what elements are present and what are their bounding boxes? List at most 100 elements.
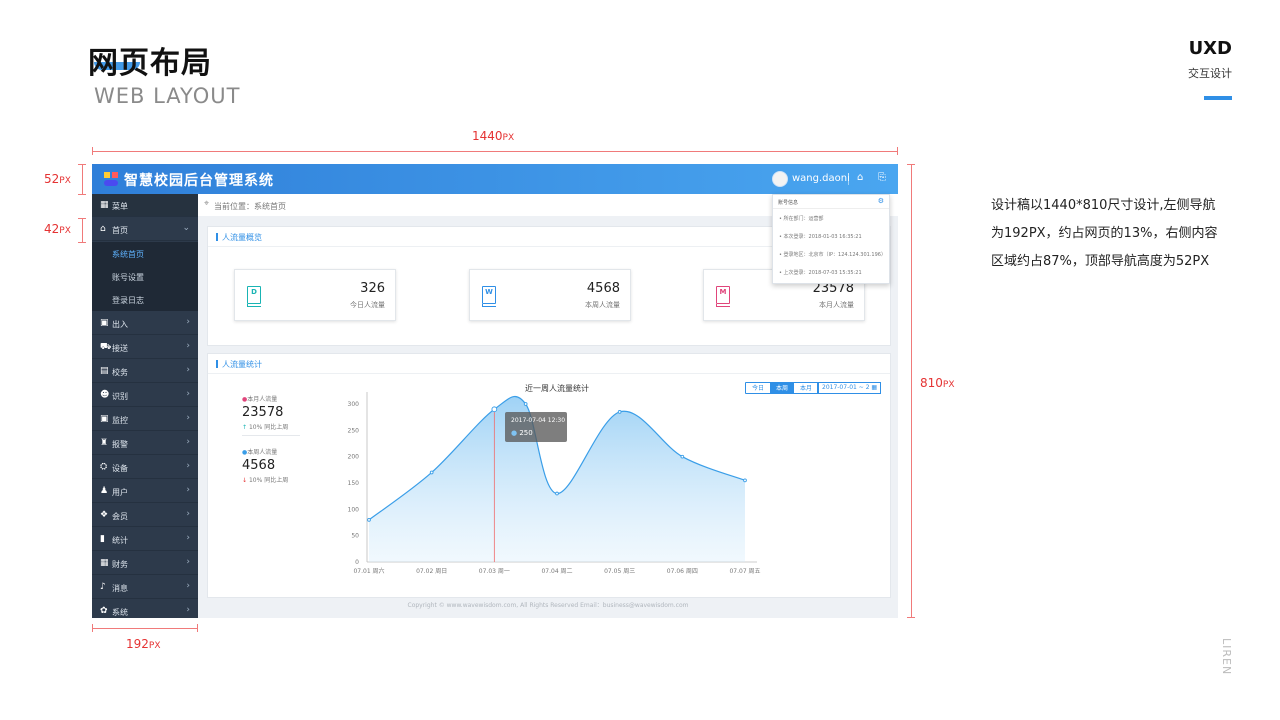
- width-dimension-label: 1440PX: [472, 129, 515, 143]
- y-tick-label: 200: [348, 454, 360, 461]
- data-point: [555, 491, 559, 496]
- week-stat-change: ↓ 10% 同比上周: [242, 477, 289, 484]
- data-point: [491, 406, 498, 413]
- sidebar-item[interactable]: ▮ 统计 ›: [92, 528, 198, 551]
- dropdown-row: • 上次登录：2018-07-03 15:35:21: [779, 270, 862, 276]
- chevron-right-icon: ›: [186, 389, 190, 399]
- dropdown-title: 账号信息: [778, 200, 799, 206]
- sidebar-width-label: 192PX: [126, 637, 161, 651]
- menu-icon: ▮: [100, 534, 105, 544]
- chevron-right-icon: ›: [186, 365, 190, 375]
- data-point: [367, 518, 371, 522]
- sidebar-item[interactable]: ▣ 出入 ›: [92, 312, 198, 335]
- height-dimension-tick-top: [907, 164, 915, 165]
- document-icon: M: [716, 286, 730, 307]
- menu-icon: ⛭: [100, 462, 108, 472]
- x-tick-label: 07.02 周日: [416, 568, 447, 575]
- range-month-button[interactable]: 本月: [794, 383, 818, 393]
- x-tick-label: 07.04 周二: [541, 568, 572, 575]
- home-icon[interactable]: ⌂: [857, 172, 863, 183]
- week-stat-label: ●本周人流量: [242, 449, 278, 456]
- sidebar-item[interactable]: ⛭ 设备 ›: [92, 456, 198, 479]
- sidebar-item[interactable]: ▦ 财务 ›: [92, 552, 198, 575]
- sidebar-item[interactable]: ☻ 识别 ›: [92, 384, 198, 407]
- logout-icon[interactable]: ⎘: [878, 172, 886, 183]
- width-dimension-tick-left: [92, 147, 93, 155]
- sidebar-subitem-label: 账号设置: [112, 273, 144, 282]
- traffic-chart: 近一周人流量统计 0 50 100 150 200 250 300 07.01 周六 07.02…: [348, 383, 761, 575]
- overview-panel-title: 人流量概览: [222, 233, 262, 242]
- sidebar-item-label: 系统: [112, 608, 128, 617]
- menu-icon: ♜: [100, 438, 109, 448]
- data-point: [743, 478, 747, 483]
- slide: 网页布局 WEB LAYOUT UXD 交互设计 1440PX 52PX 42P…: [0, 0, 1280, 720]
- y-tick-label: 0: [355, 559, 359, 566]
- sidebar-width-tick-left: [92, 624, 93, 632]
- account-dropdown: 账号信息 ⚙ • 所在部门：运营部 • 本次登录：2018-01-03 16:3…: [772, 194, 890, 284]
- dropdown-row: • 所在部门：运营部: [779, 216, 824, 222]
- sidebar-item[interactable]: ♪ 消息 ›: [92, 576, 198, 599]
- sidebar-item[interactable]: ✿ 系统 ›: [92, 600, 198, 618]
- sidebar-subitem-system-home[interactable]: 系统首页: [92, 242, 198, 265]
- sidebar-item[interactable]: ▤ 校务 ›: [92, 360, 198, 383]
- sidebar-item[interactable]: ♟ 用户 ›: [92, 480, 198, 503]
- date-range-text: 2017-07-01 ~ 2: [822, 384, 870, 391]
- data-point: [523, 402, 528, 406]
- sidebar-item-home[interactable]: ⌂ 首页 ⌄: [92, 218, 198, 241]
- menu-icon: ⛟: [100, 342, 112, 352]
- stats-panel-header: 人流量统计: [208, 354, 890, 374]
- sidebar-item-label: 消息: [112, 584, 128, 593]
- copyright: Copyright © www.wavewisdom.com, All Righ…: [407, 602, 689, 609]
- overview-card[interactable]: D 326 今日人流量: [234, 269, 396, 321]
- y-tick-label: 50: [351, 533, 359, 540]
- sidebar-item-label: 用户: [112, 488, 128, 497]
- sidebar-subitem-account[interactable]: 账号设置: [92, 265, 198, 288]
- sidebar-item[interactable]: ❖ 会员 ›: [92, 504, 198, 527]
- user-name[interactable]: wang.daoni: [792, 173, 850, 184]
- chevron-right-icon: ›: [186, 461, 190, 471]
- chevron-right-icon: ›: [186, 485, 190, 495]
- chevron-right-icon: ›: [186, 557, 190, 567]
- sidebar-item-label: 统计: [112, 536, 128, 545]
- week-stat: ●本周人流量 4568 ↓ 10% 同比上周: [242, 447, 288, 484]
- range-week-button[interactable]: 本周: [770, 383, 795, 393]
- chevron-right-icon: ›: [186, 437, 190, 447]
- document-icon: W: [482, 286, 496, 307]
- sidebar-item-label: 财务: [112, 560, 128, 569]
- menu-icon: ▦: [100, 558, 109, 568]
- gear-icon[interactable]: ⚙: [878, 197, 884, 205]
- width-dimension-tick-right: [897, 147, 898, 155]
- month-stat-label: ●本月人流量: [242, 396, 278, 403]
- menu-icon: ▤: [100, 366, 109, 376]
- document-icon: D: [247, 286, 261, 307]
- sidebar-subitem-label: 登录日志: [112, 296, 144, 305]
- sidebar-item-label: 首页: [112, 226, 128, 235]
- breadcrumb-text: 当前位置：系统首页: [214, 202, 286, 211]
- sidebar-item[interactable]: ⛟ 接送 ›: [92, 336, 198, 359]
- sidebar-menu-header[interactable]: ▦ 菜单: [92, 194, 198, 217]
- sidebar-item-label: 校务: [112, 368, 128, 377]
- date-range-picker[interactable]: 2017-07-01 ~ 2 ▦: [817, 382, 881, 394]
- brand-subtitle: 交互设计: [1188, 67, 1232, 80]
- home-icon: ⌂: [100, 224, 106, 234]
- menu-icon: ✿: [100, 606, 108, 616]
- height-dimension-label: 810PX: [920, 376, 955, 390]
- range-today-button[interactable]: 今日: [746, 383, 770, 393]
- chevron-right-icon: ›: [186, 581, 190, 591]
- sidebar-item-label: 设备: [112, 464, 128, 473]
- dropdown-header: 账号信息 ⚙: [773, 195, 889, 209]
- sidebar-item[interactable]: ♜ 报警 ›: [92, 432, 198, 455]
- sidebar-subitem-login-log[interactable]: 登录日志: [92, 288, 198, 311]
- header-height-line: [82, 164, 83, 194]
- chart-title: 近一周人流量统计: [525, 383, 589, 393]
- sidebar-item-label: 出入: [112, 320, 128, 329]
- menu-icon: ❖: [100, 510, 109, 520]
- menu-height-tick-top: [78, 218, 86, 219]
- avatar[interactable]: [772, 171, 788, 187]
- menu-icon: ♪: [100, 582, 106, 592]
- sidebar-item[interactable]: ▣ 监控 ›: [92, 408, 198, 431]
- panel-title-bar: [216, 360, 218, 368]
- side-watermark: LIREN: [1220, 638, 1233, 676]
- layout-description: 设计稿以1440*810尺寸设计,左侧导航为192PX，约占网页的13%，右侧内…: [991, 198, 1218, 269]
- overview-card[interactable]: W 4568 本周人流量: [469, 269, 631, 321]
